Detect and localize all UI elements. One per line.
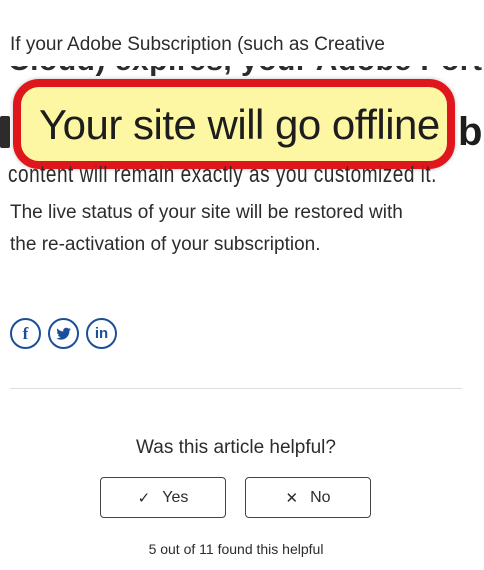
linkedin-share-button[interactable]: in [86, 318, 117, 349]
checkmark-icon: ✓ [137, 489, 151, 507]
article-text-line: The live status of your site will be res… [10, 202, 403, 223]
close-icon: ✕ [285, 489, 299, 507]
twitter-share-button[interactable] [48, 318, 79, 349]
article-text-line: the re-activation of your subscription. [10, 234, 321, 255]
zoomed-text-edge-right: b [458, 116, 483, 150]
article-text-partial: content will remain exactly as you custo… [0, 166, 484, 190]
share-links: f in [10, 318, 117, 349]
callout-text: Your site will go offline [39, 101, 440, 148]
divider [10, 388, 462, 389]
yes-label: Yes [162, 488, 189, 506]
zoomed-text-edge [0, 116, 10, 148]
feedback-yes-button[interactable]: ✓ Yes [100, 477, 226, 518]
no-label: No [310, 488, 331, 506]
facebook-icon: f [22, 323, 29, 343]
article-text-partial: Cloud) expires, your Adobe Portfolio s [0, 66, 484, 80]
feedback-question: Was this article helpful? [136, 437, 336, 458]
article-text-partial-content: content will remain exactly as you custo… [8, 166, 437, 189]
zoom-callout: Your site will go offline [13, 79, 455, 169]
helpful-count: 5 out of 11 found this helpful [148, 541, 324, 557]
linkedin-icon: in [94, 325, 109, 342]
article-text-partial-content: Cloud) expires, your Adobe Portfolio s [8, 66, 484, 78]
twitter-icon [56, 327, 71, 340]
facebook-share-button[interactable]: f [10, 318, 41, 349]
feedback-no-button[interactable]: ✕ No [245, 477, 371, 518]
article-text-line: If your Adobe Subscription (such as Crea… [10, 34, 385, 55]
